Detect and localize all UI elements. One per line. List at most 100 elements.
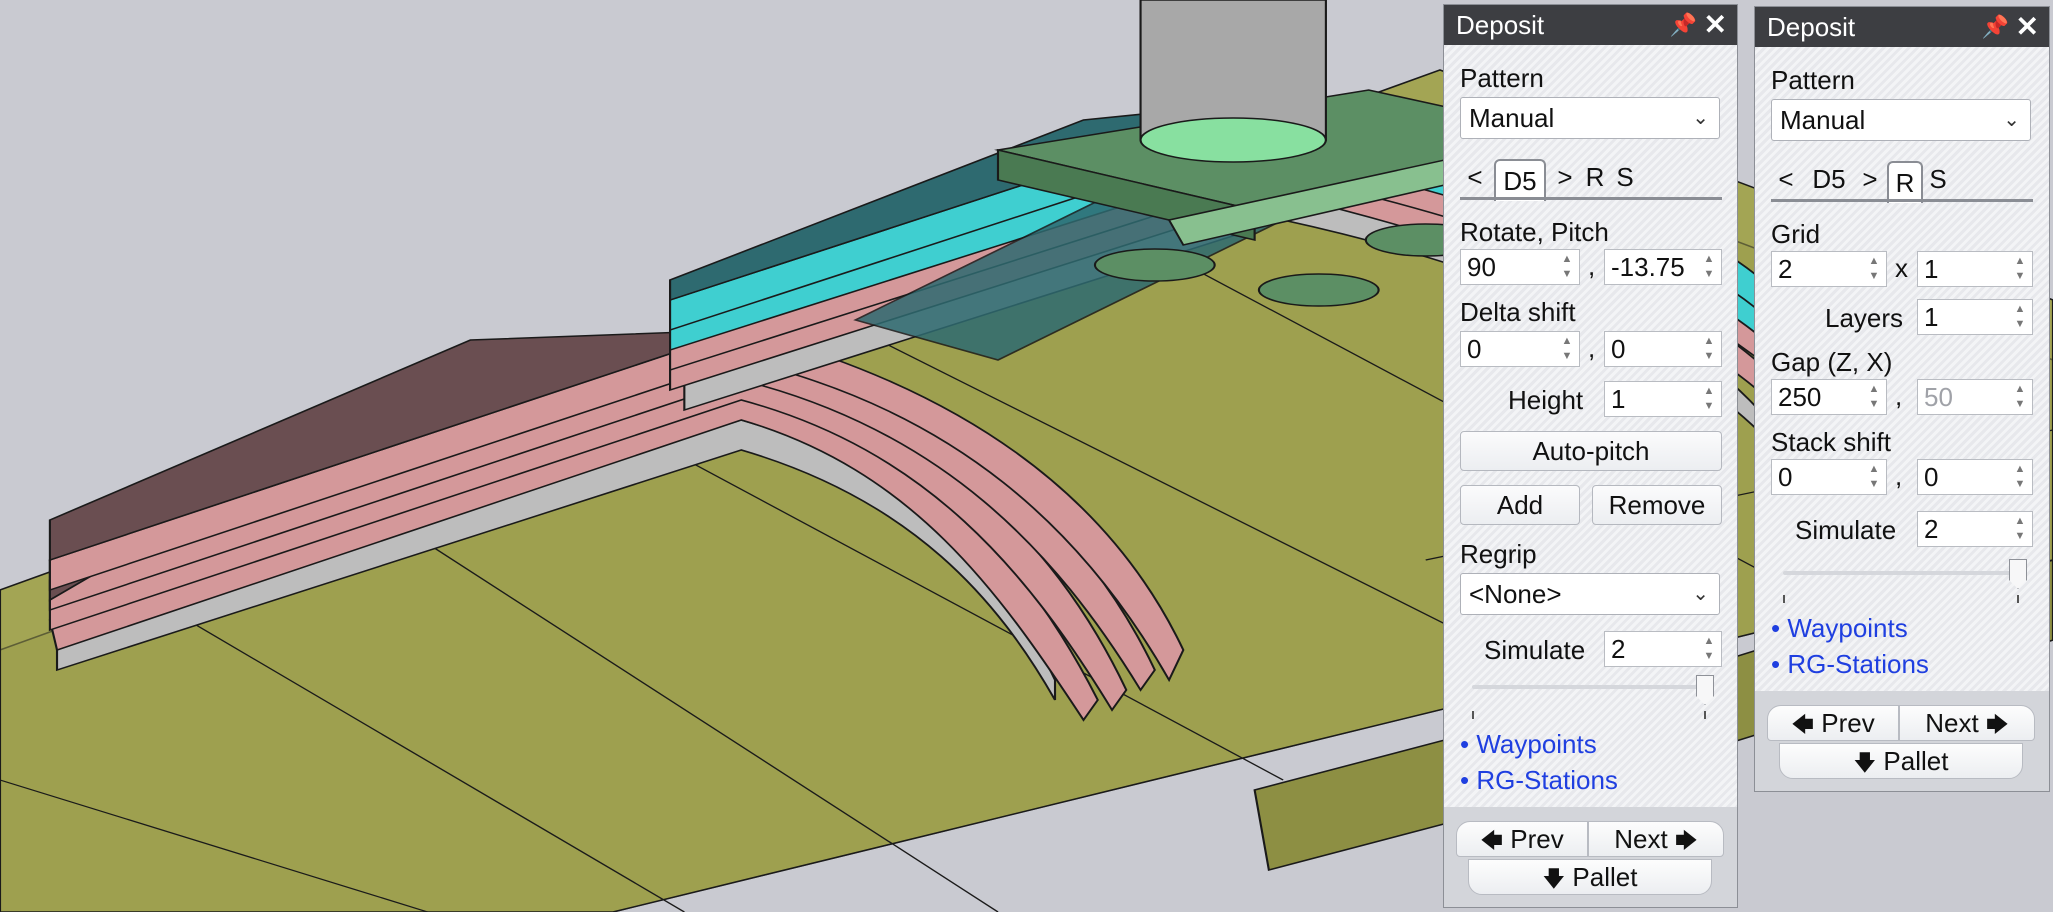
tab-prev[interactable]: < [1460,157,1490,197]
pallet-label: Pallet [1883,746,1949,776]
spin-arrows-icon[interactable]: ▲ ▼ [1703,384,1715,414]
layers-input[interactable]: 1 ▲ ▼ [1917,299,2033,335]
arrow-down-icon: 🡇 [1542,866,1566,891]
prev-button[interactable]: 🡄 Prev [1767,705,1899,741]
panel-title-bar[interactable]: Deposit 📌 ✕ [1444,5,1737,45]
tab-bar: < D5 > R S [1460,155,1722,201]
next-button[interactable]: Next 🡆 [1588,821,1724,857]
simulate-value: 2 [1924,514,1939,544]
rg-stations-link[interactable]: • RG-Stations [1460,765,1618,795]
auto-pitch-button[interactable]: Auto-pitch [1460,431,1722,471]
spin-arrows-icon[interactable]: ▲ ▼ [2014,514,2026,544]
arrow-right-icon: 🡆 [1985,712,2009,737]
height-input[interactable]: 1 ▲ ▼ [1604,381,1722,417]
panel-title: Deposit [1767,12,1856,42]
spin-arrows-icon[interactable]: ▲ ▼ [1703,634,1715,664]
deposit-panel-2: Deposit 📌 ✕ Pattern Manual ⌄ < D5 > R S … [1754,6,2050,792]
tab-d5[interactable]: D5 [1803,159,1855,199]
layers-value: 1 [1924,302,1939,332]
simulate-input[interactable]: 2 ▲ ▼ [1604,631,1722,667]
slider-tick [2017,595,2019,603]
nav-bar: 🡄 Prev Next 🡆 🡇 Pallet [1444,807,1737,907]
slider-tick [1704,711,1706,719]
height-label: Height [1508,385,1584,415]
close-icon[interactable]: ✕ [1704,5,1727,45]
stack-y-value: 0 [1924,462,1939,492]
delta-x-value: 0 [1467,334,1482,364]
tab-d5[interactable]: D5 [1494,159,1546,201]
arrow-left-icon: 🡄 [1480,828,1504,853]
gap-x-input: 50 ▲ ▼ [1917,379,2033,415]
spin-arrows-icon[interactable]: ▲ ▼ [2014,302,2026,332]
prev-label: Prev [1821,708,1875,738]
chevron-down-icon: ⌄ [2003,109,2020,131]
spin-arrows-icon[interactable]: ▲ ▼ [2014,462,2026,492]
pattern-value: Manual [1780,105,1866,135]
next-label: Next [1614,824,1668,854]
spin-arrows-icon[interactable]: ▲ ▼ [1868,382,1880,412]
arrow-left-icon: 🡄 [1791,712,1815,737]
tab-r[interactable]: R [1580,157,1610,197]
pin-icon[interactable]: 📌 [1670,5,1697,45]
comma-separator: , [1895,381,1903,411]
prev-button[interactable]: 🡄 Prev [1456,821,1588,857]
spin-arrows-icon: ▲ ▼ [2014,383,2026,410]
tab-next[interactable]: > [1855,159,1885,199]
tab-s[interactable]: S [1610,157,1640,197]
arrow-right-icon: 🡆 [1674,828,1698,853]
tab-next[interactable]: > [1550,157,1580,197]
3d-viewport[interactable] [0,0,2053,912]
delta-y-value: 0 [1611,334,1626,364]
simulate-slider[interactable] [1472,685,1712,689]
slider-tick [1783,595,1785,603]
tab-prev[interactable]: < [1771,159,1801,199]
stack-x-input[interactable]: 0 ▲ ▼ [1771,459,1887,495]
rotate-input[interactable]: 90 ▲ ▼ [1460,249,1580,285]
waypoints-link[interactable]: • Waypoints [1771,613,1908,643]
pallet-button[interactable]: 🡇 Pallet [1779,743,2023,779]
spin-arrows-icon[interactable]: ▲ ▼ [1703,334,1715,364]
grid-x-separator: x [1895,253,1908,283]
pattern-select[interactable]: Manual ⌄ [1460,97,1720,139]
height-value: 1 [1611,384,1626,414]
spin-arrows-icon[interactable]: ▲ ▼ [1561,334,1573,364]
prev-label: Prev [1510,824,1564,854]
layers-label: Layers [1825,303,1904,333]
delta-shift-label: Delta shift [1460,297,1576,327]
pattern-value: Manual [1469,103,1555,133]
pitch-input[interactable]: -13.75 ▲ ▼ [1604,249,1722,285]
spin-arrows-icon[interactable]: ▲ ▼ [1561,252,1573,282]
spin-arrows-icon[interactable]: ▲ ▼ [1868,254,1880,284]
grid-x-input[interactable]: 2 ▲ ▼ [1771,251,1887,287]
pallet-button[interactable]: 🡇 Pallet [1468,859,1712,895]
tab-underline [1460,197,1722,200]
grid-y-input[interactable]: 1 ▲ ▼ [1917,251,2033,287]
delta-x-input[interactable]: 0 ▲ ▼ [1460,331,1580,367]
simulate-input[interactable]: 2 ▲ ▼ [1917,511,2033,547]
simulate-slider[interactable] [1783,571,2023,575]
spin-arrows-icon[interactable]: ▲ ▼ [2014,254,2026,284]
pattern-label: Pattern [1771,65,1855,95]
rg-stations-link[interactable]: • RG-Stations [1771,649,1929,679]
tab-r[interactable]: R [1887,161,1923,203]
waypoints-link[interactable]: • Waypoints [1460,729,1597,759]
gap-z-input[interactable]: 250 ▲ ▼ [1771,379,1887,415]
delta-y-input[interactable]: 0 ▲ ▼ [1604,331,1722,367]
close-icon[interactable]: ✕ [2016,7,2039,47]
tab-bar: < D5 > R S [1771,157,2033,203]
panel-title-bar[interactable]: Deposit 📌 ✕ [1755,7,2049,47]
pin-icon[interactable]: 📌 [1982,7,2009,47]
nav-bar: 🡄 Prev Next 🡆 🡇 Pallet [1755,691,2049,791]
remove-button[interactable]: Remove [1592,485,1722,525]
spin-arrows-icon[interactable]: ▲ ▼ [1703,252,1715,282]
regrip-select[interactable]: <None> ⌄ [1460,573,1720,615]
next-button[interactable]: Next 🡆 [1899,705,2035,741]
pattern-select[interactable]: Manual ⌄ [1771,99,2031,141]
next-label: Next [1925,708,1979,738]
tab-s[interactable]: S [1923,159,1953,199]
stack-y-input[interactable]: 0 ▲ ▼ [1917,459,2033,495]
grid-label: Grid [1771,219,1821,249]
add-button[interactable]: Add [1460,485,1580,525]
rotate-pitch-label: Rotate, Pitch [1460,217,1609,247]
spin-arrows-icon[interactable]: ▲ ▼ [1868,462,1880,492]
